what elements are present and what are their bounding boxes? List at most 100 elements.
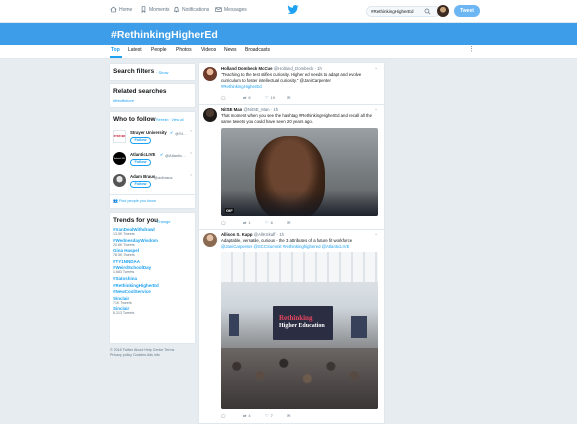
message-action[interactable]: ✉ [287,95,309,100]
who-to-follow-refresh[interactable]: · Refresh · View all [154,118,184,122]
like-count: 6 [270,220,273,225]
tweet-actions: ◯ ⇄ 6 ♡ 19 ✉ [221,95,309,100]
search-filters-title: Search filters [113,68,155,75]
tweet-text: "Teaching to the test stifles curiosity.… [221,72,361,89]
heart-icon: ♡ [265,220,269,225]
retweet-count: 6 [248,95,251,100]
retweet-action[interactable]: ⇄ 4 [243,413,265,418]
trend-item[interactable]: #Satoshina [113,276,195,281]
retweet-action[interactable]: ⇄ 6 [243,95,265,100]
tweet-text: Adaptable, versatile, curious - the 3 at… [221,238,352,250]
tweet-avatar[interactable] [203,108,217,122]
footer-links: © 2018 Twitter About Help Center Terms P… [110,348,174,358]
trend-item[interactable]: #NewCoolService [113,289,195,294]
who-to-follow-title: Who to follow [113,116,156,123]
atlanticlive-avatar[interactable]: AtlanticLIVE [113,152,126,165]
trend-item[interactable]: #TY1NNDAA [113,259,195,264]
follow-user-name[interactable]: Adam Braus [130,174,155,179]
trend-item[interactable]: Gina Haspel 78.5K Tweets [113,248,195,257]
tweet-line[interactable]: @JaniCarpenter @SCCSummit #rethinkinghig… [221,244,352,250]
tab-broadcasts[interactable]: Broadcasts [245,47,270,53]
user-avatar[interactable] [437,5,449,17]
photo-screen-text: Rethinking [279,314,313,322]
like-action[interactable]: ♡ 6 [265,220,287,225]
tab-top[interactable]: Top [111,47,120,53]
nav-home[interactable]: Home [110,6,132,13]
message-action[interactable]: ✉ [287,413,309,418]
related-search-item[interactable]: #tbtoffshore [113,98,134,103]
find-people-link[interactable]: Find people you know [119,199,156,203]
trend-item[interactable]: Sinclair 6,313 Tweets [113,306,195,315]
dismiss-icon[interactable]: × [190,150,192,155]
trend-item[interactable]: #WednesdayWisdom 20.6K Tweets [113,238,195,247]
reply-action[interactable]: ◯ [221,95,243,100]
trend-item[interactable]: Sinclair 71K Tweets [113,296,195,305]
trend-item[interactable]: #WeirdSchoolDay 1,683 Tweets [113,265,195,274]
nav-messages-label: Messages [224,6,247,13]
message-action[interactable]: ✉ [287,220,309,225]
tweet-caret-icon[interactable]: ⌄ [374,106,378,112]
tweet-avatar[interactable] [203,233,217,247]
more-options-icon[interactable]: ⋮ [468,46,475,53]
tweet-caret-icon[interactable]: ⌄ [374,231,378,237]
retweet-count: 1 [248,220,251,225]
reply-action[interactable]: ◯ [221,220,243,225]
tweet-author-name[interactable]: Holland Dombeck McCue [221,66,273,71]
trend-tag: #NewCoolService [113,289,151,295]
trends-change-link[interactable]: · Change [154,219,170,224]
tweet-author-name[interactable]: NitSE Man [221,107,242,112]
like-action[interactable]: ♡ 7 [265,413,287,418]
tweet-photo-media[interactable]: Rethinking Higher Education [221,252,378,409]
search-filters-show-link[interactable]: · Show [156,70,168,75]
strayer-avatar-text: STRAYER [113,135,126,138]
tweet-button[interactable]: Tweet [454,5,480,17]
follow-button[interactable]: Follow [130,137,151,144]
like-action[interactable]: ♡ 19 [265,95,287,100]
tweet-author-handle[interactable]: @AllKSkaff · 1h [254,232,284,237]
people-icon: 👥 [113,198,118,203]
trend-count: 13.5K Tweets [113,232,135,236]
reply-action[interactable]: ◯ [221,413,243,418]
search-title: #RethinkingHigherEd [111,29,218,41]
follow-user-name[interactable]: Strayer University [130,130,167,135]
nav-moments[interactable]: Moments [140,6,170,13]
search-value: #RethinkingHigherEd [371,9,414,14]
tab-photos[interactable]: Photos [176,47,192,53]
tab-people[interactable]: People [151,47,167,53]
nav-notifications-label: Notifications [182,6,210,13]
nav-messages[interactable]: Messages [215,6,247,13]
tweet-author-handle[interactable]: @Holland_Dombeck · 1h [274,66,322,71]
tab-news[interactable]: News [224,47,237,53]
tweet-author-handle[interactable]: @NitSE_Man · 1h [243,107,278,112]
tab-videos[interactable]: Videos [201,47,216,53]
adam-braus-avatar[interactable] [113,174,126,187]
trend-tag: #Satoshina [113,275,138,281]
tab-latest[interactable]: Latest [128,47,142,53]
twitter-bird-icon[interactable] [287,5,299,15]
search-icon[interactable] [424,8,431,15]
trend-item[interactable]: #IranDealWithdrawl 13.5K Tweets [113,227,195,236]
trend-count: 71K Tweets [113,300,132,305]
tweet-line-text: curriculum to foster intellectual curios… [221,77,331,83]
footer-line[interactable]: Privacy policy Cookies Ads info [110,353,174,358]
retweet-action[interactable]: ⇄ 1 [243,220,265,225]
tweet-gif-media[interactable]: GIF [221,128,378,216]
reply-icon: ◯ [221,220,226,225]
follow-button[interactable]: Follow [130,159,151,166]
nav-home-label: Home [119,6,133,13]
follow-user-handle: @Atlantic… [165,152,187,158]
strayer-avatar[interactable]: STRAYER [113,130,126,143]
tweet-avatar[interactable] [203,67,217,81]
tweet-caret-icon[interactable]: ⌄ [374,65,378,71]
trend-item[interactable]: #RethinkingHigherEd [113,283,195,288]
retweet-icon: ⇄ [243,413,247,418]
tweet-hashtag[interactable]: #RethinkingHigherEd [221,84,361,90]
tweet-author-name[interactable]: Allison S. Kapp [221,232,253,237]
follow-button[interactable]: Follow [130,181,151,188]
dismiss-icon[interactable]: × [190,172,192,177]
nav-notifications[interactable]: Notifications [173,6,209,13]
tweet-line: Adaptable, versatile, curious - the 3 at… [221,238,353,243]
gif-label: GIF [225,208,234,213]
dismiss-icon[interactable]: × [190,128,192,133]
follow-user-name[interactable]: AtlanticLIVE [130,152,155,157]
